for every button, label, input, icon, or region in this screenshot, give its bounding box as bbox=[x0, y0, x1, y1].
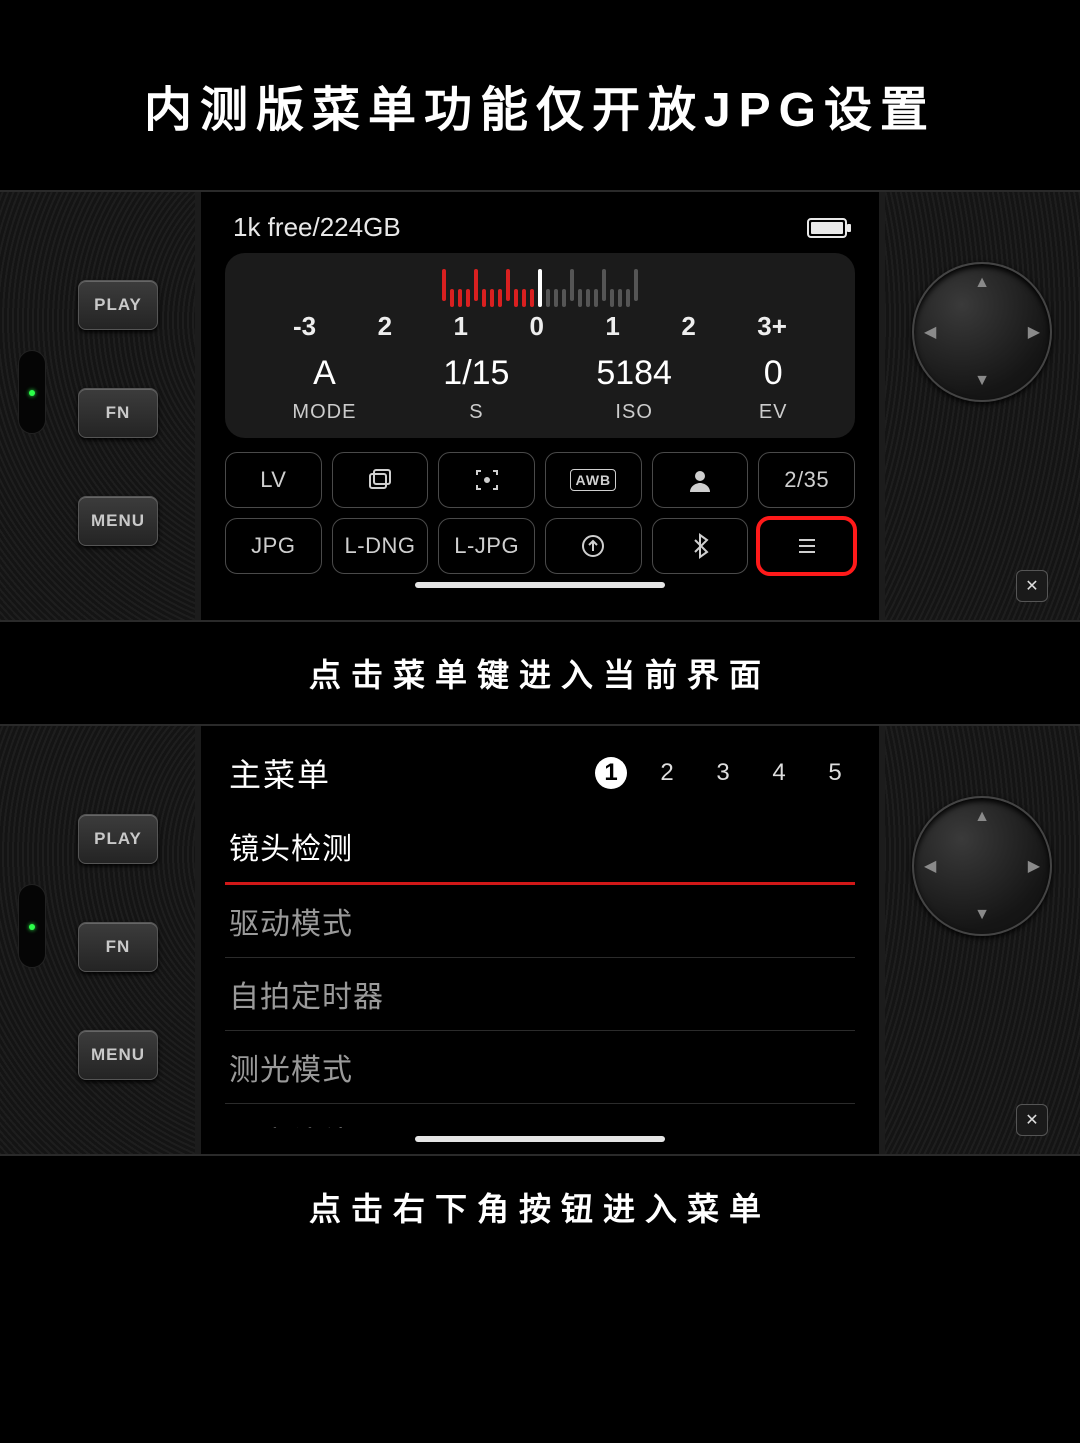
meter-stop-label: -3 bbox=[293, 311, 316, 342]
menu-page-3[interactable]: 3 bbox=[707, 757, 739, 789]
menu-title: 主菜单 bbox=[229, 750, 331, 796]
dpad[interactable]: ▲ ▼ ◀ ▶ bbox=[912, 796, 1052, 936]
dpad-up-icon[interactable]: ▲ bbox=[974, 808, 990, 826]
readouts-row: A MODE 1/15 S 5184 ISO 0 EV bbox=[249, 354, 831, 424]
exposure-panel: -3 2 1 0 1 2 3+ A MODE 1/15 S 5184 ISO 0 EV bbox=[225, 253, 855, 438]
readout[interactable]: A MODE bbox=[292, 354, 356, 424]
home-indicator[interactable] bbox=[415, 582, 665, 588]
dpad[interactable]: ▲ ▼ ◀ ▶ bbox=[912, 262, 1052, 402]
stack-icon bbox=[366, 466, 394, 494]
readout-value: 5184 bbox=[596, 354, 672, 393]
readout-label: ISO bbox=[596, 401, 672, 424]
collapse-icon[interactable]: ✕ bbox=[1016, 1104, 1048, 1136]
menu-page-5[interactable]: 5 bbox=[819, 757, 851, 789]
meter-stop-label: 1 bbox=[605, 311, 619, 342]
readout[interactable]: 1/15 S bbox=[443, 354, 509, 424]
profile-button[interactable] bbox=[652, 452, 749, 508]
hamburger-menu-button[interactable] bbox=[758, 518, 855, 574]
camera-screenshot-1: PLAY FN MENU ▲ ▼ ◀ ▶ ✕ 1k free/224GB -3 2… bbox=[0, 190, 1080, 622]
storage-status: 1k free/224GB bbox=[233, 212, 401, 243]
fn-button[interactable]: FN bbox=[78, 388, 158, 438]
menu-page-2[interactable]: 2 bbox=[651, 757, 683, 789]
jpg-button[interactable]: JPG bbox=[225, 518, 322, 574]
soft-button-grid: LV AWB 2/35 JPG L-DNG L-JPG bbox=[225, 452, 855, 574]
readout-value: 0 bbox=[759, 354, 788, 393]
collapse-icon[interactable]: ✕ bbox=[1016, 570, 1048, 602]
lcd-shooting-screen: 1k free/224GB -3 2 1 0 1 2 3+ A MODE 1/15 S 5184 IS… bbox=[195, 192, 885, 620]
menu-list: 镜头检测驱动模式自拍定时器测光模式曝光补偿M-ISO bbox=[225, 810, 855, 1128]
focus-point-icon bbox=[473, 466, 501, 494]
menu-page-tabs: 12345 bbox=[595, 757, 851, 789]
exposure-meter-labels: -3 2 1 0 1 2 3+ bbox=[249, 311, 831, 342]
camera-screenshot-2: PLAY FN MENU ▲ ▼ ◀ ▶ ✕ 主菜单 12345 镜头检测驱动模… bbox=[0, 724, 1080, 1156]
readout-label: S bbox=[443, 401, 509, 424]
menu-item[interactable]: 驱动模式 bbox=[225, 885, 855, 958]
ldng-button[interactable]: L-DNG bbox=[332, 518, 429, 574]
drive-mode-button[interactable] bbox=[332, 452, 429, 508]
menu-item[interactable]: 曝光补偿 bbox=[225, 1104, 855, 1128]
person-icon bbox=[686, 466, 714, 494]
menu-item[interactable]: 镜头检测 bbox=[225, 810, 855, 885]
dpad-right-icon[interactable]: ▶ bbox=[1028, 322, 1040, 342]
awb-label: AWB bbox=[570, 469, 616, 491]
meter-stop-label: 1 bbox=[454, 311, 468, 342]
menu-item[interactable]: 自拍定时器 bbox=[225, 958, 855, 1031]
readout-label: EV bbox=[759, 401, 788, 424]
dpad-right-icon[interactable]: ▶ bbox=[1028, 856, 1040, 876]
ljpg-button[interactable]: L-JPG bbox=[438, 518, 535, 574]
lcd-menu-screen: 主菜单 12345 镜头检测驱动模式自拍定时器测光模式曝光补偿M-ISO bbox=[195, 726, 885, 1154]
menu-page-4[interactable]: 4 bbox=[763, 757, 795, 789]
readout[interactable]: 5184 ISO bbox=[596, 354, 672, 424]
play-button[interactable]: PLAY bbox=[78, 814, 158, 864]
caption-1: 点击菜单键进入当前界面 bbox=[0, 622, 1080, 724]
dpad-left-icon[interactable]: ◀ bbox=[924, 856, 936, 876]
dpad-left-icon[interactable]: ◀ bbox=[924, 322, 936, 342]
dpad-down-icon[interactable]: ▼ bbox=[974, 372, 990, 390]
menu-button[interactable]: MENU bbox=[78, 1030, 158, 1080]
dpad-down-icon[interactable]: ▼ bbox=[974, 906, 990, 924]
readout[interactable]: 0 EV bbox=[759, 354, 788, 424]
lv-button[interactable]: LV bbox=[225, 452, 322, 508]
meter-stop-label: 2 bbox=[681, 311, 695, 342]
bluetooth-icon bbox=[686, 532, 714, 560]
meter-stop-label: 0 bbox=[529, 311, 543, 342]
white-balance-button[interactable]: AWB bbox=[545, 452, 642, 508]
battery-icon bbox=[807, 218, 847, 238]
meter-stop-label: 3+ bbox=[757, 311, 787, 342]
page-headline: 内测版菜单功能仅开放JPG设置 bbox=[0, 0, 1080, 190]
menu-button[interactable]: MENU bbox=[78, 496, 158, 546]
meter-stop-label: 2 bbox=[378, 311, 392, 342]
menu-item[interactable]: 测光模式 bbox=[225, 1031, 855, 1104]
fn-button[interactable]: FN bbox=[78, 922, 158, 972]
readout-value: 1/15 bbox=[443, 354, 509, 393]
menu-page-1[interactable]: 1 bbox=[595, 757, 627, 789]
upload-button[interactable] bbox=[545, 518, 642, 574]
led-on-indicator bbox=[29, 924, 35, 930]
counter-button[interactable]: 2/35 bbox=[758, 452, 855, 508]
hamburger-icon bbox=[793, 532, 821, 560]
exposure-meter bbox=[249, 269, 831, 307]
upload-icon bbox=[579, 532, 607, 560]
play-button[interactable]: PLAY bbox=[78, 280, 158, 330]
dpad-up-icon[interactable]: ▲ bbox=[974, 274, 990, 292]
focus-button[interactable] bbox=[438, 452, 535, 508]
caption-2: 点击右下角按钮进入菜单 bbox=[0, 1156, 1080, 1258]
readout-value: A bbox=[292, 354, 356, 393]
led-on-indicator bbox=[29, 390, 35, 396]
home-indicator[interactable] bbox=[415, 1136, 665, 1142]
readout-label: MODE bbox=[292, 401, 356, 424]
bluetooth-button[interactable] bbox=[652, 518, 749, 574]
